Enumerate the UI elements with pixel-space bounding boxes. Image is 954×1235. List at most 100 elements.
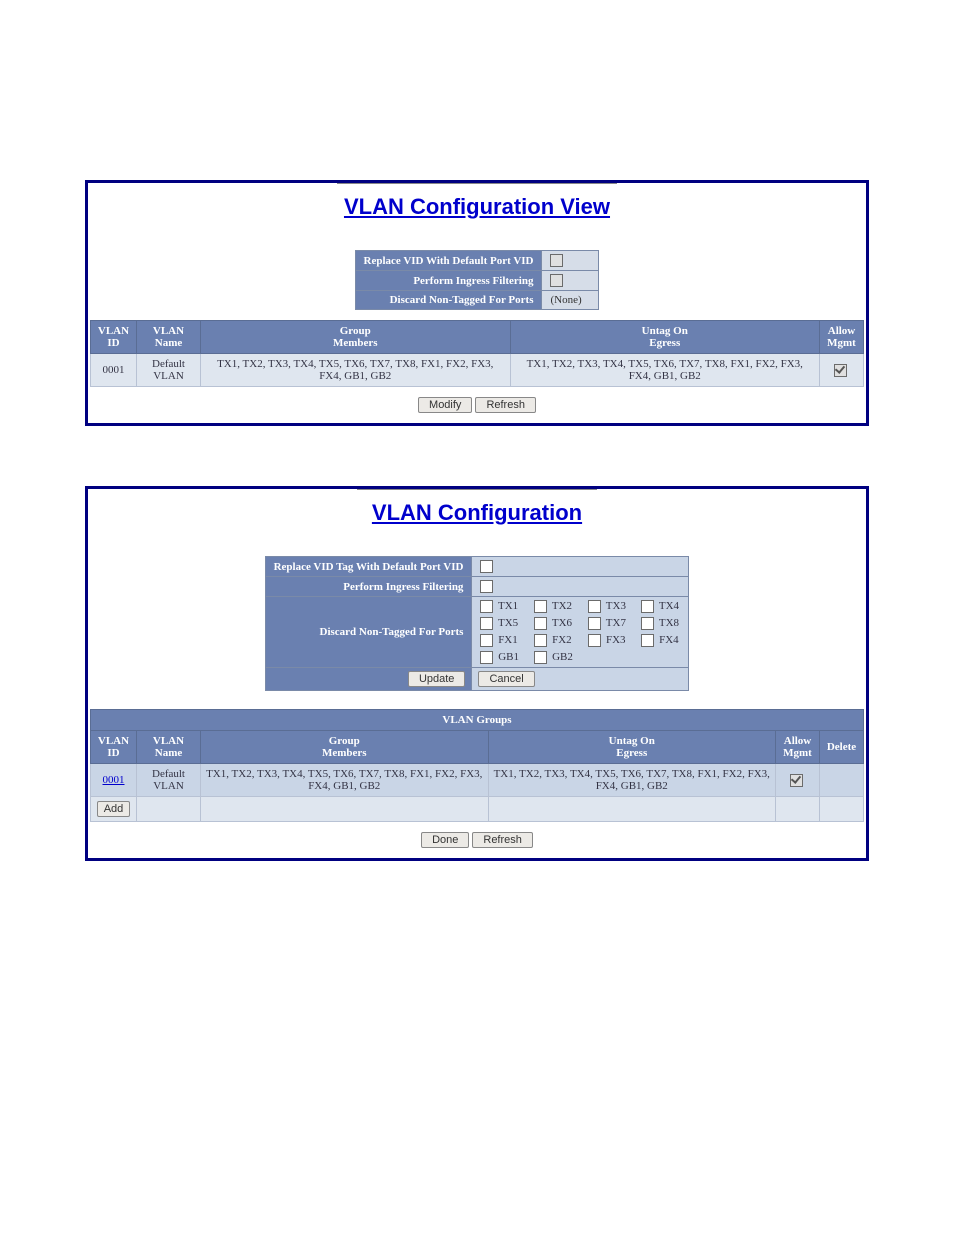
done-button[interactable]: Done bbox=[421, 832, 469, 848]
port-option-fx3[interactable]: FX3 bbox=[588, 634, 627, 647]
replace-vid-tag-value bbox=[472, 557, 689, 577]
cell2-untag: TX1, TX2, TX3, TX4, TX5, TX6, TX7, TX8, … bbox=[488, 764, 776, 797]
port-option-tx5[interactable]: TX5 bbox=[480, 617, 520, 630]
port-checkbox-fx3[interactable] bbox=[588, 634, 601, 647]
allow-mgmt-checkbox-icon bbox=[834, 364, 847, 377]
discard-nontagged-ports: TX1 TX2 TX3 TX4 TX5 TX6 TX7 TX8 FX1 FX2 … bbox=[472, 597, 689, 668]
port-checkbox-fx2[interactable] bbox=[534, 634, 547, 647]
cell2-members: TX1, TX2, TX3, TX4, TX5, TX6, TX7, TX8, … bbox=[201, 764, 489, 797]
vlan-config-edit-panel: VLAN Configuration Replace VID Tag With … bbox=[85, 486, 869, 861]
cell-empty-2 bbox=[201, 797, 489, 822]
port-option-tx8[interactable]: TX8 bbox=[641, 617, 680, 630]
port-option-tx7[interactable]: TX7 bbox=[588, 617, 627, 630]
cell-vlan-id: 0001 bbox=[91, 354, 137, 387]
cell-empty-3 bbox=[488, 797, 776, 822]
port-label-gb2: GB2 bbox=[549, 651, 573, 663]
port-checkbox-tx3[interactable] bbox=[588, 600, 601, 613]
cancel-button[interactable]: Cancel bbox=[478, 671, 534, 687]
cell-vlan-name: Default VLAN bbox=[137, 354, 201, 387]
col-vlan-name: VLAN Name bbox=[137, 321, 201, 354]
vlan-groups-add-row: Add bbox=[91, 797, 864, 822]
perform-ingress-edit-value bbox=[472, 577, 689, 597]
vlan-view-row: 0001 Default VLAN TX1, TX2, TX3, TX4, TX… bbox=[91, 354, 864, 387]
port-checkbox-fx4[interactable] bbox=[641, 634, 654, 647]
cell-allow-mgmt bbox=[820, 354, 864, 387]
refresh-button[interactable]: Refresh bbox=[475, 397, 536, 413]
port-option-tx1[interactable]: TX1 bbox=[480, 600, 520, 613]
replace-vid-tag-checkbox[interactable] bbox=[480, 560, 493, 573]
col2-group-members: Group Members bbox=[201, 731, 489, 764]
cell-add: Add bbox=[91, 797, 137, 822]
port-label-tx5: TX5 bbox=[495, 617, 518, 629]
port-option-fx1[interactable]: FX1 bbox=[480, 634, 520, 647]
port-checkbox-tx4[interactable] bbox=[641, 600, 654, 613]
perform-ingress-checkbox-icon bbox=[550, 274, 563, 287]
port-option-gb2[interactable]: GB2 bbox=[534, 651, 574, 664]
cell-empty-5 bbox=[820, 797, 864, 822]
port-option-gb1[interactable]: GB1 bbox=[480, 651, 520, 664]
vlan-groups-row: 0001 Default VLAN TX1, TX2, TX3, TX4, TX… bbox=[91, 764, 864, 797]
title-rule bbox=[337, 183, 617, 184]
port-label-tx2: TX2 bbox=[549, 600, 572, 612]
port-checkbox-tx5[interactable] bbox=[480, 617, 493, 630]
port-label-tx3: TX3 bbox=[603, 600, 626, 612]
port-checkbox-gb1[interactable] bbox=[480, 651, 493, 664]
port-label-tx1: TX1 bbox=[495, 600, 518, 612]
update-button[interactable]: Update bbox=[408, 671, 465, 687]
port-label-gb1: GB1 bbox=[495, 651, 519, 663]
port-option-tx6[interactable]: TX6 bbox=[534, 617, 574, 630]
vlan-id-link[interactable]: 0001 bbox=[103, 774, 125, 786]
vlan-groups-title: VLAN Groups bbox=[91, 710, 864, 731]
port-option-fx2[interactable]: FX2 bbox=[534, 634, 574, 647]
allow-mgmt-edit-checkbox-icon bbox=[790, 774, 803, 787]
cell-empty-1 bbox=[137, 797, 201, 822]
col-vlan-id: VLAN ID bbox=[91, 321, 137, 354]
cancel-cell: Cancel bbox=[472, 668, 689, 691]
port-option-fx4[interactable]: FX4 bbox=[641, 634, 680, 647]
port-label-tx4: TX4 bbox=[656, 600, 679, 612]
port-option-tx2[interactable]: TX2 bbox=[534, 600, 574, 613]
discard-nontagged-label: Discard Non-Tagged For Ports bbox=[355, 291, 542, 310]
perform-ingress-edit-label: Perform Ingress Filtering bbox=[265, 577, 472, 597]
vlan-view-grid: VLAN ID VLAN Name Group Members Untag On… bbox=[90, 320, 864, 387]
discard-nontagged-edit-label: Discard Non-Tagged For Ports bbox=[265, 597, 472, 668]
cell2-vlan-id[interactable]: 0001 bbox=[91, 764, 137, 797]
cell2-delete bbox=[820, 764, 864, 797]
discard-nontagged-value: (None) bbox=[542, 291, 599, 310]
cell-untag: TX1, TX2, TX3, TX4, TX5, TX6, TX7, TX8, … bbox=[510, 354, 820, 387]
port-option-tx4[interactable]: TX4 bbox=[641, 600, 680, 613]
port-checkbox-tx1[interactable] bbox=[480, 600, 493, 613]
col-group-members: Group Members bbox=[201, 321, 511, 354]
port-checkbox-tx7[interactable] bbox=[588, 617, 601, 630]
col2-vlan-id: VLAN ID bbox=[91, 731, 137, 764]
cell-empty-4 bbox=[776, 797, 820, 822]
port-option-tx3[interactable]: TX3 bbox=[588, 600, 627, 613]
refresh-button-2[interactable]: Refresh bbox=[472, 832, 533, 848]
col2-untag-egress: Untag On Egress bbox=[488, 731, 776, 764]
perform-ingress-label: Perform Ingress Filtering bbox=[355, 271, 542, 291]
col-allow-mgmt: Allow Mgmt bbox=[820, 321, 864, 354]
page-title-view: VLAN Configuration View bbox=[88, 194, 866, 220]
cell2-allow-mgmt bbox=[776, 764, 820, 797]
port-label-fx4: FX4 bbox=[656, 634, 678, 646]
view-settings-table: Replace VID With Default Port VID Perfor… bbox=[355, 250, 600, 310]
port-checkbox-tx2[interactable] bbox=[534, 600, 547, 613]
port-label-tx6: TX6 bbox=[549, 617, 572, 629]
cell-members: TX1, TX2, TX3, TX4, TX5, TX6, TX7, TX8, … bbox=[201, 354, 511, 387]
edit-settings-table: Replace VID Tag With Default Port VID Pe… bbox=[265, 556, 690, 691]
port-label-fx2: FX2 bbox=[549, 634, 571, 646]
perform-ingress-value bbox=[542, 271, 599, 291]
replace-vid-label: Replace VID With Default Port VID bbox=[355, 251, 542, 271]
port-checkbox-tx8[interactable] bbox=[641, 617, 654, 630]
add-button[interactable]: Add bbox=[97, 801, 131, 817]
port-checkbox-tx6[interactable] bbox=[534, 617, 547, 630]
port-checkbox-gb2[interactable] bbox=[534, 651, 547, 664]
col2-vlan-name: VLAN Name bbox=[137, 731, 201, 764]
perform-ingress-edit-checkbox[interactable] bbox=[480, 580, 493, 593]
page-title-edit: VLAN Configuration bbox=[88, 500, 866, 526]
port-checkbox-fx1[interactable] bbox=[480, 634, 493, 647]
update-cell: Update bbox=[265, 668, 472, 691]
cell2-vlan-name: Default VLAN bbox=[137, 764, 201, 797]
col2-allow-mgmt: Allow Mgmt bbox=[776, 731, 820, 764]
modify-button[interactable]: Modify bbox=[418, 397, 472, 413]
